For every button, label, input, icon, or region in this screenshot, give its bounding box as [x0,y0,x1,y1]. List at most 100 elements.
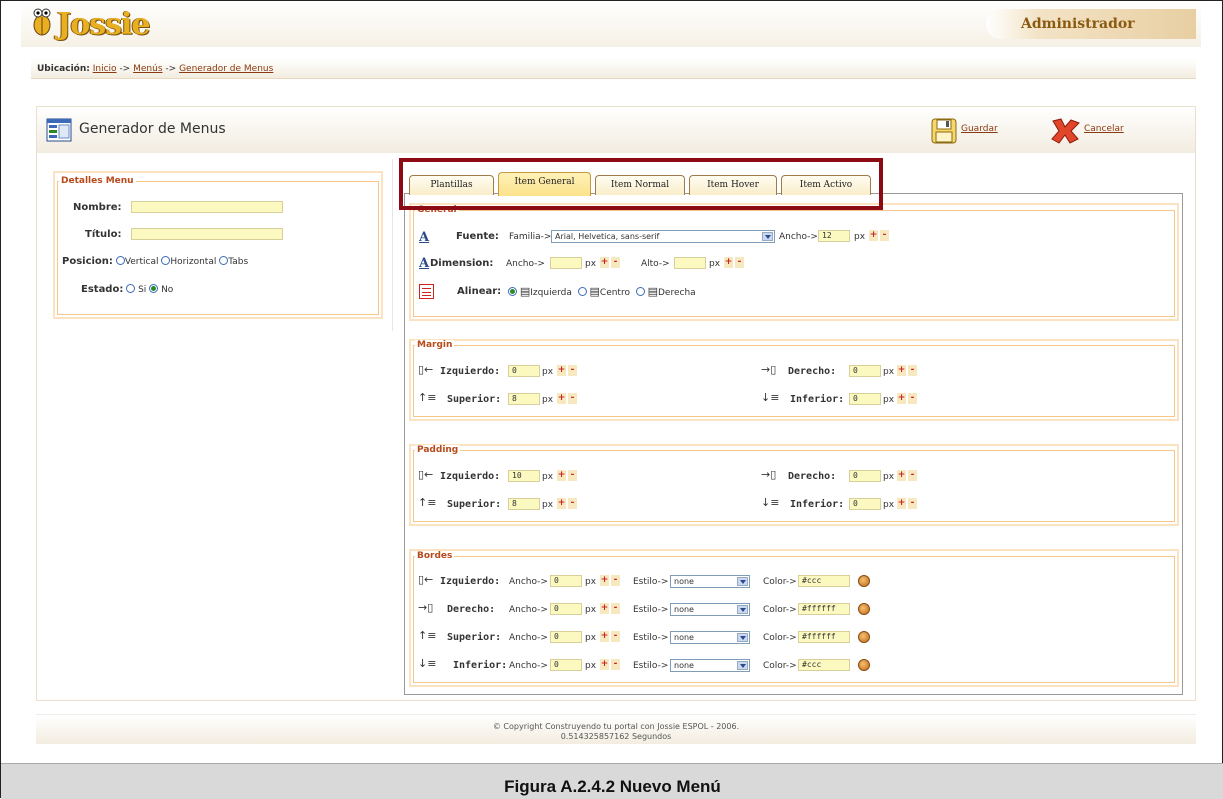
chevron-down-icon[interactable] [737,605,748,614]
color-picker-icon[interactable] [858,575,870,587]
breadcrumb-link-generador[interactable]: Generador de Menus [179,64,273,74]
increment-button[interactable]: + [600,575,609,586]
unit-label: px [585,633,597,643]
increment-button[interactable]: + [557,498,566,509]
decrement-button[interactable]: - [611,575,620,586]
estado-no-radio[interactable] [149,284,159,293]
increment-button[interactable]: + [557,470,566,481]
color-picker-icon[interactable] [858,631,870,643]
increment-button[interactable]: + [557,393,566,404]
logo[interactable]: Jossie [57,7,150,42]
decrement-button[interactable]: - [611,631,620,642]
margin-bottom-input[interactable]: 0 [849,393,881,405]
padding-right-input[interactable]: 0 [849,470,881,482]
decrement-button[interactable]: - [611,257,620,268]
increment-button[interactable]: + [600,631,609,642]
titulo-input[interactable] [131,228,283,240]
border-bottom-style-select[interactable]: none [670,659,750,672]
increment-button[interactable]: + [600,603,609,614]
border-bottom-stepper[interactable]: + - [598,659,620,670]
decrement-button[interactable]: - [880,230,889,241]
margin-top-stepper[interactable]: + - [555,393,577,404]
dimension-width-input[interactable] [550,257,582,269]
color-picker-icon[interactable] [858,603,870,615]
posicion-tabs-radio[interactable] [219,256,229,265]
chevron-down-icon[interactable] [762,232,773,241]
border-top-style-select[interactable]: none [670,631,750,644]
decrement-button[interactable]: - [568,365,577,376]
padding-top-input[interactable]: 8 [508,498,540,510]
align-left-radio[interactable] [508,287,517,296]
decrement-button[interactable]: - [908,365,917,376]
border-left-width-input[interactable]: 0 [550,575,582,587]
padding-left-stepper[interactable]: + - [555,470,577,481]
decrement-button[interactable]: - [908,393,917,404]
familia-select[interactable]: Arial, Helvetica, sans-serif [551,230,775,243]
posicion-vertical-radio[interactable] [115,256,125,265]
border-bottom-width-input[interactable]: 0 [550,659,582,671]
margin-right-stepper[interactable]: + - [895,365,917,376]
figure-caption: Figura A.2.4.2 Nuevo Menú [504,777,721,796]
margin-right-input[interactable]: 0 [849,365,881,377]
increment-button[interactable]: + [600,659,609,670]
increment-button[interactable]: + [897,470,906,481]
page-title: Generador de Menus [79,121,226,137]
align-center-radio[interactable] [577,287,587,296]
increment-button[interactable]: + [869,230,878,241]
margin-top-input[interactable]: 8 [508,393,540,405]
border-right-color-input[interactable]: #ffffff [798,603,850,615]
border-right-stepper[interactable]: + - [598,603,620,614]
border-left-style-select[interactable]: none [670,575,750,588]
decrement-button[interactable]: - [611,603,620,614]
save-icon[interactable] [931,118,957,144]
padding-right-stepper[interactable]: + - [895,470,917,481]
padding-top-stepper[interactable]: + - [555,498,577,509]
border-top-stepper[interactable]: + - [598,631,620,642]
border-right-style-select[interactable]: none [670,603,750,616]
border-right-width-input[interactable]: 0 [550,603,582,615]
border-left-color-input[interactable]: #ccc [798,575,850,587]
save-button[interactable]: Guardar [961,124,998,134]
nombre-input[interactable] [131,201,283,213]
padding-bottom-input[interactable]: 0 [849,498,881,510]
chevron-down-icon[interactable] [737,661,748,670]
decrement-button[interactable]: - [908,498,917,509]
decrement-button[interactable]: - [568,393,577,404]
cancel-button[interactable]: Cancelar [1084,124,1124,134]
padding-bottom-stepper[interactable]: + - [895,498,917,509]
breadcrumb-link-menus[interactable]: Menús [133,64,162,74]
decrement-button[interactable]: - [735,257,744,268]
padding-left-input[interactable]: 10 [508,470,540,482]
chevron-down-icon[interactable] [737,633,748,642]
color-picker-icon[interactable] [858,659,870,671]
dimension-label: Dimension: [430,258,494,269]
margin-bottom-stepper[interactable]: + - [895,393,917,404]
border-top-width-input[interactable]: 0 [550,631,582,643]
decrement-button[interactable]: - [568,498,577,509]
decrement-button[interactable]: - [568,470,577,481]
border-bottom-color-input[interactable]: #ccc [798,659,850,671]
chevron-down-icon[interactable] [737,577,748,586]
font-size-input[interactable]: 12 [818,230,850,242]
border-left-stepper[interactable]: + - [598,575,620,586]
increment-button[interactable]: + [897,393,906,404]
margin-left-input[interactable]: 0 [508,365,540,377]
tabs-highlight-box [399,158,883,210]
border-top-color-input[interactable]: #ffffff [798,631,850,643]
margin-left-stepper[interactable]: + - [555,365,577,376]
estado-si-radio[interactable] [126,284,136,293]
decrement-button[interactable]: - [908,470,917,481]
increment-button[interactable]: + [557,365,566,376]
increment-button[interactable]: + [724,257,733,268]
decrement-button[interactable]: - [611,659,620,670]
dimension-height-input[interactable] [674,257,706,269]
dimension-width-stepper[interactable]: + - [598,257,620,268]
font-size-stepper[interactable]: + - [867,230,889,241]
increment-button[interactable]: + [897,498,906,509]
increment-button[interactable]: + [897,365,906,376]
dimension-height-stepper[interactable]: + - [722,257,744,268]
cancel-icon[interactable] [1049,117,1081,145]
increment-button[interactable]: + [600,257,609,268]
align-right-radio[interactable] [635,287,645,296]
breadcrumb-link-inicio[interactable]: Inicio [93,64,117,74]
